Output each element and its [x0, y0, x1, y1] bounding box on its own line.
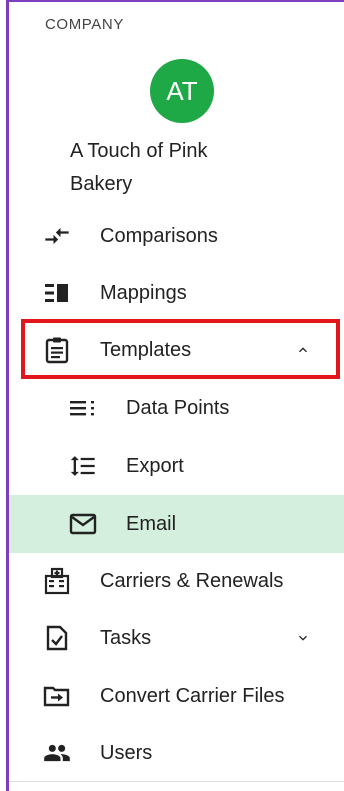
nav-item-export[interactable]: Export [9, 437, 344, 495]
list-icon [69, 394, 97, 422]
nav-label-email: Email [126, 512, 177, 535]
bottom-divider [9, 781, 344, 782]
nav-label-comparisons: Comparisons [100, 224, 218, 247]
company-section-label: COMPANY [45, 16, 124, 33]
avatar-initials: AT [166, 75, 198, 106]
medical-building-icon [43, 567, 71, 595]
nav-label-data-points: Data Points [126, 396, 230, 419]
chevron-down-icon[interactable] [294, 629, 312, 647]
nav-item-email[interactable]: Email [9, 495, 344, 553]
sidebar: COMPANY AT A Touch of Pink Bakery Compar… [9, 2, 344, 791]
nav-label-convert-carrier-files: Convert Carrier Files [100, 684, 285, 707]
nav-item-convert-carrier-files[interactable]: Convert Carrier Files [9, 667, 344, 725]
format-line-spacing-icon [69, 452, 97, 480]
nav-item-users[interactable]: Users [9, 724, 344, 782]
nav-item-comparisons[interactable]: Comparisons [9, 207, 344, 265]
envelope-icon [69, 510, 97, 538]
company-name: A Touch of Pink Bakery [70, 140, 208, 195]
company-avatar: AT [150, 59, 214, 123]
nav-item-mappings[interactable]: Mappings [9, 264, 344, 322]
nav-item-data-points[interactable]: Data Points [9, 379, 344, 437]
nav-item-carriers-renewals[interactable]: Carriers & Renewals [9, 552, 344, 610]
file-import-icon [43, 682, 71, 710]
nav-label-users: Users [100, 741, 153, 764]
people-icon [43, 739, 71, 767]
nav-item-tasks[interactable]: Tasks [9, 609, 344, 667]
nav-label-tasks: Tasks [100, 626, 152, 649]
compare-arrows-icon [43, 222, 71, 250]
nav-label-mappings: Mappings [100, 281, 187, 304]
nav-label-carriers-renewals: Carriers & Renewals [100, 569, 284, 592]
templates-highlight-box [21, 319, 340, 379]
nav-label-export: Export [126, 454, 184, 477]
mappings-icon [43, 279, 71, 307]
task-check-icon [43, 624, 71, 652]
